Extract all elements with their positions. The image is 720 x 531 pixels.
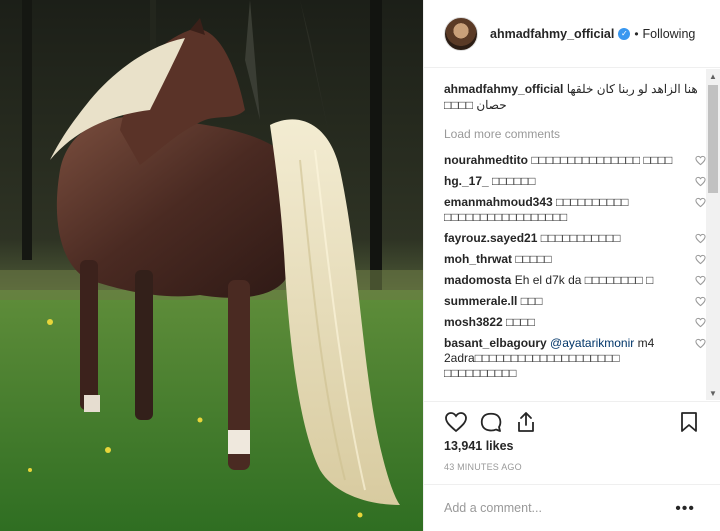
post-photo[interactable] [0, 0, 423, 531]
comment-username[interactable]: nourahmedtito [444, 153, 528, 167]
small-heart-icon[interactable] [695, 338, 706, 349]
share-icon[interactable] [514, 410, 538, 434]
comments-list: ahmadfahmy_official هنا الزاهد لو ربنا ك… [424, 69, 706, 400]
caption-username[interactable]: ahmadfahmy_official [444, 82, 563, 96]
horse-image [0, 0, 423, 531]
following-button[interactable]: Following [643, 27, 696, 41]
comment-username[interactable]: moh_thrwat [444, 252, 512, 266]
comment-text: □□□□□□ [492, 174, 536, 188]
comment-row: summerale.ll □□□ [444, 294, 706, 309]
comment-row: moh_thrwat □□□□□ [444, 252, 706, 267]
small-heart-icon[interactable] [695, 233, 706, 244]
comment-row: fayrouz.sayed21 □□□□□□□□□□□ [444, 231, 706, 246]
verified-badge-icon: ✓ [618, 27, 631, 40]
avatar[interactable] [444, 16, 478, 51]
comment-text: Eh el d7k da □□□□□□□□ □ [514, 273, 654, 287]
scroll-up-arrow-icon[interactable]: ▲ [706, 69, 720, 83]
comment-username[interactable]: emanmahmoud343 [444, 195, 553, 209]
comment-username[interactable]: basant_elbagoury [444, 336, 547, 350]
post-header: ahmadfahmy_official ✓ • Following [424, 0, 720, 68]
comment-text: □□□ [520, 294, 543, 308]
small-heart-icon[interactable] [695, 275, 706, 286]
comment-row: basant_elbagoury @ayatarikmonir m4 2adra… [444, 336, 706, 381]
comment-text: □□□□ [506, 315, 536, 329]
small-heart-icon[interactable] [695, 296, 706, 307]
post-panel: ahmadfahmy_official ✓ • Following ahmadf… [423, 0, 720, 531]
comment-username[interactable]: hg._17_ [444, 174, 489, 188]
small-heart-icon[interactable] [695, 176, 706, 187]
header-username[interactable]: ahmadfahmy_official [490, 27, 614, 41]
add-comment-input[interactable] [444, 501, 664, 515]
comment-username[interactable]: mosh3822 [444, 315, 503, 329]
post-caption: ahmadfahmy_official هنا الزاهد لو ربنا ك… [444, 81, 706, 113]
load-more-comments-button[interactable]: Load more comments [444, 127, 706, 141]
small-heart-icon[interactable] [695, 317, 706, 328]
comment-text: □□□□□□□□□□□ [540, 231, 621, 245]
small-heart-icon[interactable] [695, 197, 706, 208]
header-separator: • [634, 26, 639, 41]
comment-username[interactable]: fayrouz.sayed21 [444, 231, 537, 245]
action-bar [424, 401, 720, 441]
bookmark-icon[interactable] [677, 410, 701, 434]
heart-icon[interactable] [444, 410, 468, 434]
scroll-thumb[interactable] [708, 85, 718, 193]
comment-row: emanmahmoud343 □□□□□□□□□□ □□□□□□□□□□□□□□… [444, 195, 706, 225]
comment-row: nourahmedtito □□□□□□□□□□□□□□□ □□□□ [444, 153, 706, 168]
post-timestamp[interactable]: 43 MINUTES AGO [444, 462, 522, 472]
small-heart-icon[interactable] [695, 155, 706, 166]
comment-mention[interactable]: @ayatarikmonir [550, 336, 634, 350]
comment-text: □□□□□□□□□□□□□□□ □□□□ [531, 153, 673, 167]
scroll-down-arrow-icon[interactable]: ▼ [706, 386, 720, 400]
comment-text: □□□□□ [515, 252, 552, 266]
comment-username[interactable]: madomosta [444, 273, 511, 287]
comment-row: madomosta Eh el d7k da □□□□□□□□ □ [444, 273, 706, 288]
add-comment-bar: ••• [424, 484, 720, 531]
more-options-icon[interactable]: ••• [675, 501, 695, 517]
comments-scrollbar[interactable]: ▲ ▼ [706, 69, 720, 400]
comment-row: hg._17_ □□□□□□ [444, 174, 706, 189]
likes-count[interactable]: 13,941 likes [444, 439, 514, 453]
comment-row: mosh3822 □□□□ [444, 315, 706, 330]
small-heart-icon[interactable] [695, 254, 706, 265]
comment-username[interactable]: summerale.ll [444, 294, 517, 308]
comment-bubble-icon[interactable] [479, 410, 503, 434]
